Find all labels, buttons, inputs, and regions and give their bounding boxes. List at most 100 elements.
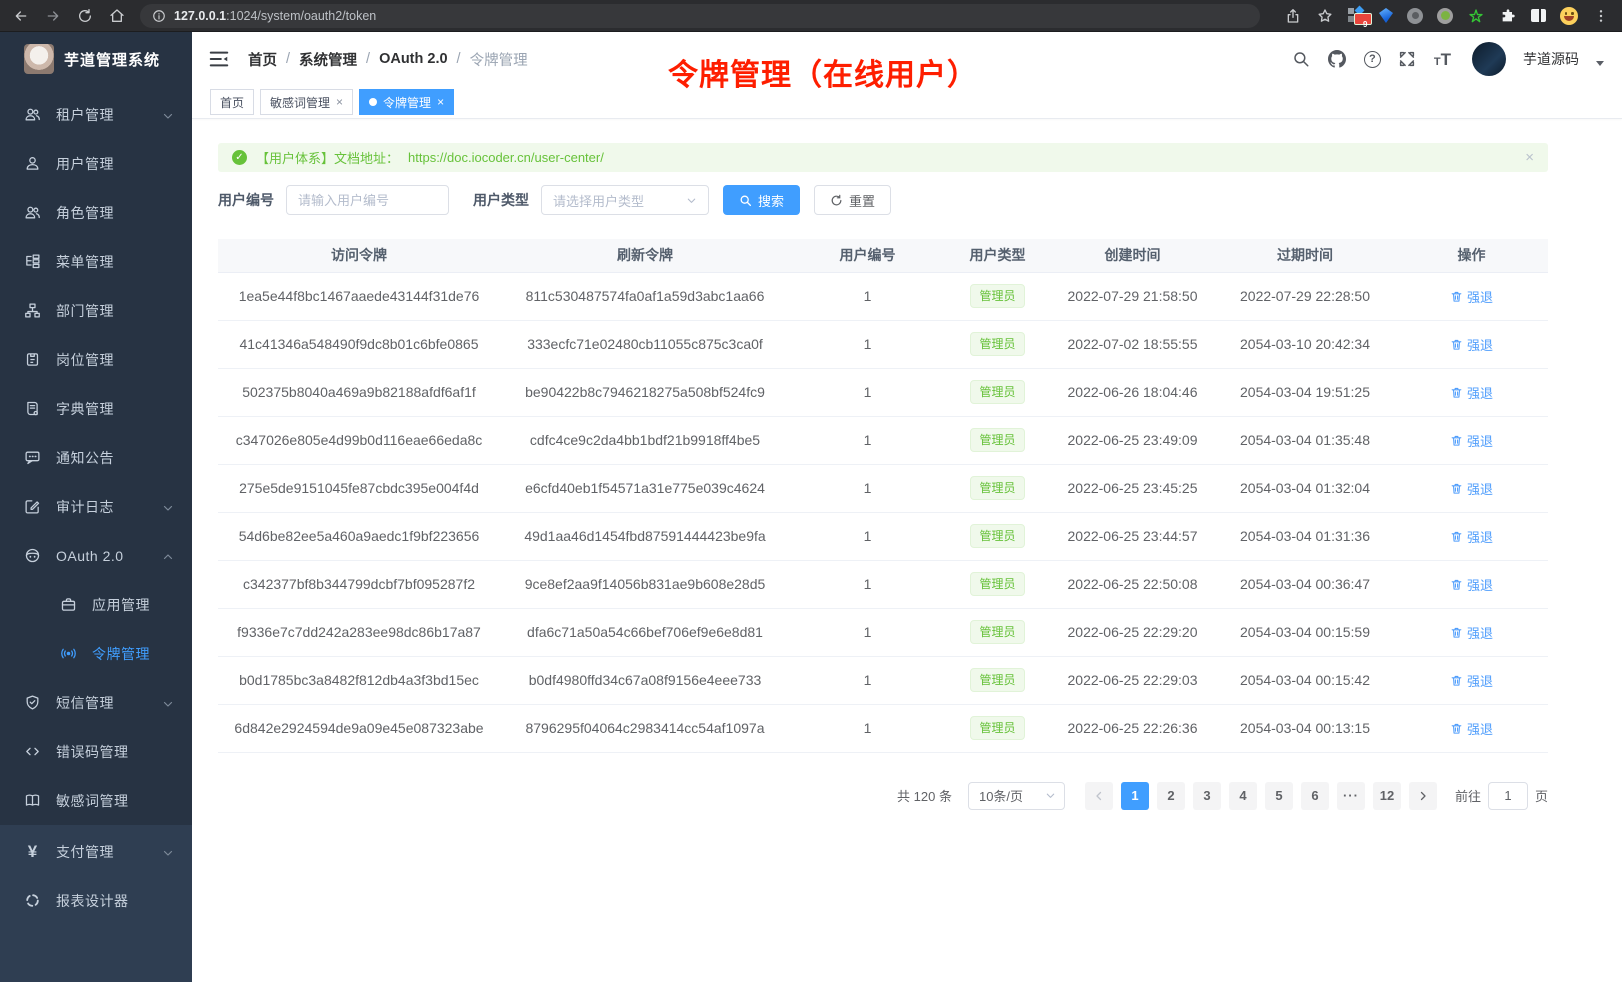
extension-command-icon[interactable] <box>1407 8 1423 24</box>
sidebar-item-user[interactable]: 用户管理 <box>0 139 192 188</box>
page-button-3[interactable]: 3 <box>1193 782 1221 810</box>
sidebar-item-dict[interactable]: 字典管理 <box>0 384 192 433</box>
force-logout-button[interactable]: 强退 <box>1450 287 1493 306</box>
actions-cell: 强退 <box>1395 608 1548 656</box>
breadcrumb-item[interactable]: OAuth 2.0 <box>379 51 447 67</box>
sidebar-item-errcode[interactable]: 错误码管理 <box>0 727 192 776</box>
extension-star-icon[interactable] <box>1467 7 1485 25</box>
trash-icon <box>1450 290 1463 303</box>
created-cell: 2022-06-25 22:29:03 <box>1050 656 1215 704</box>
close-icon[interactable]: × <box>336 95 343 109</box>
page-button-6[interactable]: 6 <box>1301 782 1329 810</box>
force-logout-button[interactable]: 强退 <box>1450 431 1493 450</box>
force-logout-button[interactable]: 强退 <box>1450 527 1493 546</box>
breadcrumb-item-current: 令牌管理 <box>470 49 528 70</box>
sidebar-item-oauth-app[interactable]: 应用管理 <box>0 580 192 629</box>
user-menu-caret-icon[interactable] <box>1596 61 1604 66</box>
page-button-12[interactable]: 12 <box>1373 782 1401 810</box>
breadcrumb-item[interactable]: 首页 <box>248 49 277 70</box>
reset-button[interactable]: 重置 <box>814 185 891 215</box>
refresh-token-cell: 811c530487574fa0af1a59d3abc1aa66 <box>500 272 790 320</box>
search-icon[interactable] <box>1292 50 1311 69</box>
force-logout-button[interactable]: 强退 <box>1450 383 1493 402</box>
prev-page-button[interactable] <box>1085 782 1113 810</box>
sidebar-item-pay[interactable]: ¥ 支付管理 <box>0 827 192 876</box>
more-pages-button[interactable]: ··· <box>1337 782 1365 810</box>
table-row: b0d1785bc3a8482f812db4a3f3bd15ec b0df498… <box>218 656 1548 704</box>
tag-home[interactable]: 首页 <box>210 89 254 115</box>
logo-avatar <box>24 44 54 74</box>
tag-token-active[interactable]: 令牌管理× <box>359 89 454 115</box>
user-avatar[interactable] <box>1472 42 1506 76</box>
user-type-cell: 管理员 <box>945 656 1050 704</box>
table-row: c347026e805e4d99b0d116eae66eda8c cdfc4ce… <box>218 416 1548 464</box>
help-icon[interactable]: ? <box>1364 51 1381 68</box>
actions-cell: 强退 <box>1395 656 1548 704</box>
sidebar-item-oauth[interactable]: OAuth 2.0 <box>0 531 192 580</box>
bookmark-star-icon[interactable] <box>1316 7 1334 25</box>
user-id-cell: 1 <box>790 560 945 608</box>
sidebar-item-audit-log[interactable]: 审计日志 <box>0 482 192 531</box>
doc-link[interactable]: https://doc.iocoder.cn/user-center/ <box>408 150 604 165</box>
force-logout-button[interactable]: 强退 <box>1450 623 1493 642</box>
browser-actions: 9 <box>1284 7 1610 25</box>
app-logo[interactable]: 芋道管理系统 <box>0 32 192 86</box>
username-label[interactable]: 芋道源码 <box>1523 49 1579 69</box>
table-row: f9336e7c7dd242a283ee98dc86b17a87 dfa6c71… <box>218 608 1548 656</box>
force-logout-button[interactable]: 强退 <box>1450 335 1493 354</box>
sidebar: 芋道管理系统 租户管理 用户管理 角色管理 菜单管理 <box>0 32 192 982</box>
sidebar-item-notice[interactable]: 通知公告 <box>0 433 192 482</box>
sidebar-item-oauth-token[interactable]: 令牌管理 <box>0 629 192 678</box>
sidebar-item-post[interactable]: 岗位管理 <box>0 335 192 384</box>
user-type-select[interactable]: 请选择用户类型 <box>541 185 709 215</box>
page-size-select[interactable]: 10条/页 <box>968 782 1065 810</box>
search-button[interactable]: 搜索 <box>723 185 800 215</box>
force-logout-button[interactable]: 强退 <box>1450 575 1493 594</box>
sidebar-item-tenant[interactable]: 租户管理 <box>0 90 192 139</box>
sidebar-item-report-designer[interactable]: 报表设计器 <box>0 876 192 925</box>
extensions-puzzle-icon[interactable] <box>1499 7 1517 25</box>
user-type-badge: 管理员 <box>970 428 1024 452</box>
force-logout-button[interactable]: 强退 <box>1450 719 1493 738</box>
address-bar[interactable]: 127.0.0.1:1024/system/oauth2/token <box>140 4 1260 28</box>
home-icon[interactable] <box>108 7 126 25</box>
page-button-1[interactable]: 1 <box>1121 782 1149 810</box>
sidebar-item-dept[interactable]: 部门管理 <box>0 286 192 335</box>
side-panel-icon[interactable] <box>1531 9 1546 22</box>
sidebar-item-sms[interactable]: 短信管理 <box>0 678 192 727</box>
info-icon[interactable] <box>152 9 166 23</box>
breadcrumb-item[interactable]: 系统管理 <box>299 49 357 70</box>
reload-icon[interactable] <box>76 7 94 25</box>
extension-gem-icon[interactable] <box>1379 8 1393 23</box>
user-id-cell: 1 <box>790 272 945 320</box>
next-page-button[interactable] <box>1409 782 1437 810</box>
sidebar-collapse-icon[interactable] <box>208 48 230 70</box>
sidebar-item-role[interactable]: 角色管理 <box>0 188 192 237</box>
force-logout-button[interactable]: 强退 <box>1450 479 1493 498</box>
goto-label: 前往 <box>1455 786 1481 805</box>
force-logout-button[interactable]: 强退 <box>1450 671 1493 690</box>
alert-close-icon[interactable]: × <box>1525 149 1534 166</box>
page-button-5[interactable]: 5 <box>1265 782 1293 810</box>
user-id-input[interactable] <box>286 185 449 215</box>
back-icon[interactable] <box>12 7 30 25</box>
sidebar-item-sensitive[interactable]: 敏感词管理 <box>0 776 192 825</box>
extension-tabs-icon[interactable]: 9 <box>1348 7 1365 24</box>
close-icon[interactable]: × <box>437 95 444 109</box>
goto-page-input[interactable] <box>1488 782 1528 810</box>
fullscreen-icon[interactable] <box>1398 50 1417 69</box>
page-button-4[interactable]: 4 <box>1229 782 1257 810</box>
font-size-icon[interactable]: TT <box>1434 51 1451 68</box>
refresh-icon <box>830 194 843 207</box>
tag-sensitive[interactable]: 敏感词管理× <box>260 89 353 115</box>
profile-emoji-icon[interactable] <box>1560 7 1578 25</box>
share-icon[interactable] <box>1284 7 1302 25</box>
sidebar-item-menu[interactable]: 菜单管理 <box>0 237 192 286</box>
forward-icon[interactable] <box>44 7 62 25</box>
github-icon[interactable] <box>1328 50 1347 69</box>
sidebar-item-label: 应用管理 <box>92 595 174 615</box>
sidebar-item-label: 岗位管理 <box>56 350 174 370</box>
page-button-2[interactable]: 2 <box>1157 782 1185 810</box>
extension-avatar-icon[interactable] <box>1437 8 1453 24</box>
browser-menu-icon[interactable] <box>1592 7 1610 25</box>
